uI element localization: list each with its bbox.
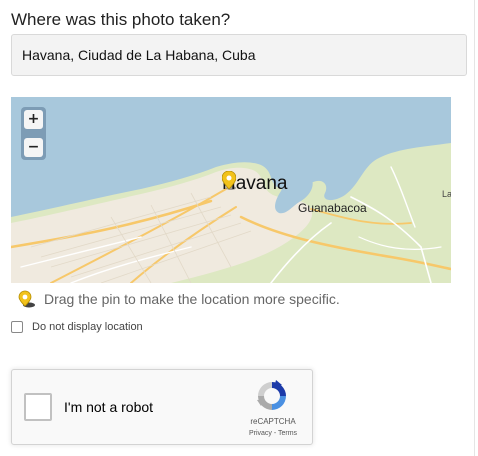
recaptcha-checkbox[interactable]	[24, 393, 52, 421]
zoom-out-button[interactable]: −	[24, 138, 43, 157]
location-question: Where was this photo taken?	[11, 10, 231, 29]
recaptcha-widget: I'm not a robot reCAPTCHA Privacy - Term…	[11, 369, 313, 445]
recaptcha-links: Privacy - Terms	[241, 430, 305, 437]
pin-hint: Drag the pin to make the location more s…	[18, 290, 340, 308]
panel-right-border	[474, 0, 475, 456]
recaptcha-label: I'm not a robot	[64, 399, 154, 415]
pin-hint-text: Drag the pin to make the location more s…	[44, 291, 340, 307]
recaptcha-brand: reCAPTCHA	[250, 417, 296, 426]
pin-icon	[18, 290, 35, 308]
hide-location-option[interactable]: Do not display location	[11, 321, 143, 333]
recaptcha-logo-icon	[257, 380, 286, 410]
map[interactable]: + − Havana Guanabacoa La	[11, 97, 451, 283]
zoom-in-button[interactable]: +	[24, 110, 43, 129]
location-input[interactable]	[11, 34, 467, 76]
map-label-partial: La	[442, 189, 451, 199]
hide-location-label[interactable]: Do not display location	[32, 321, 143, 333]
recaptcha-privacy-link[interactable]: Privacy	[249, 430, 272, 437]
map-label-guanabacoa: Guanabacoa	[298, 201, 367, 215]
map-pin-icon[interactable]	[222, 171, 236, 191]
recaptcha-terms-link[interactable]: Terms	[278, 430, 297, 437]
zoom-control: + −	[21, 107, 46, 160]
hide-location-checkbox[interactable]	[11, 321, 23, 333]
